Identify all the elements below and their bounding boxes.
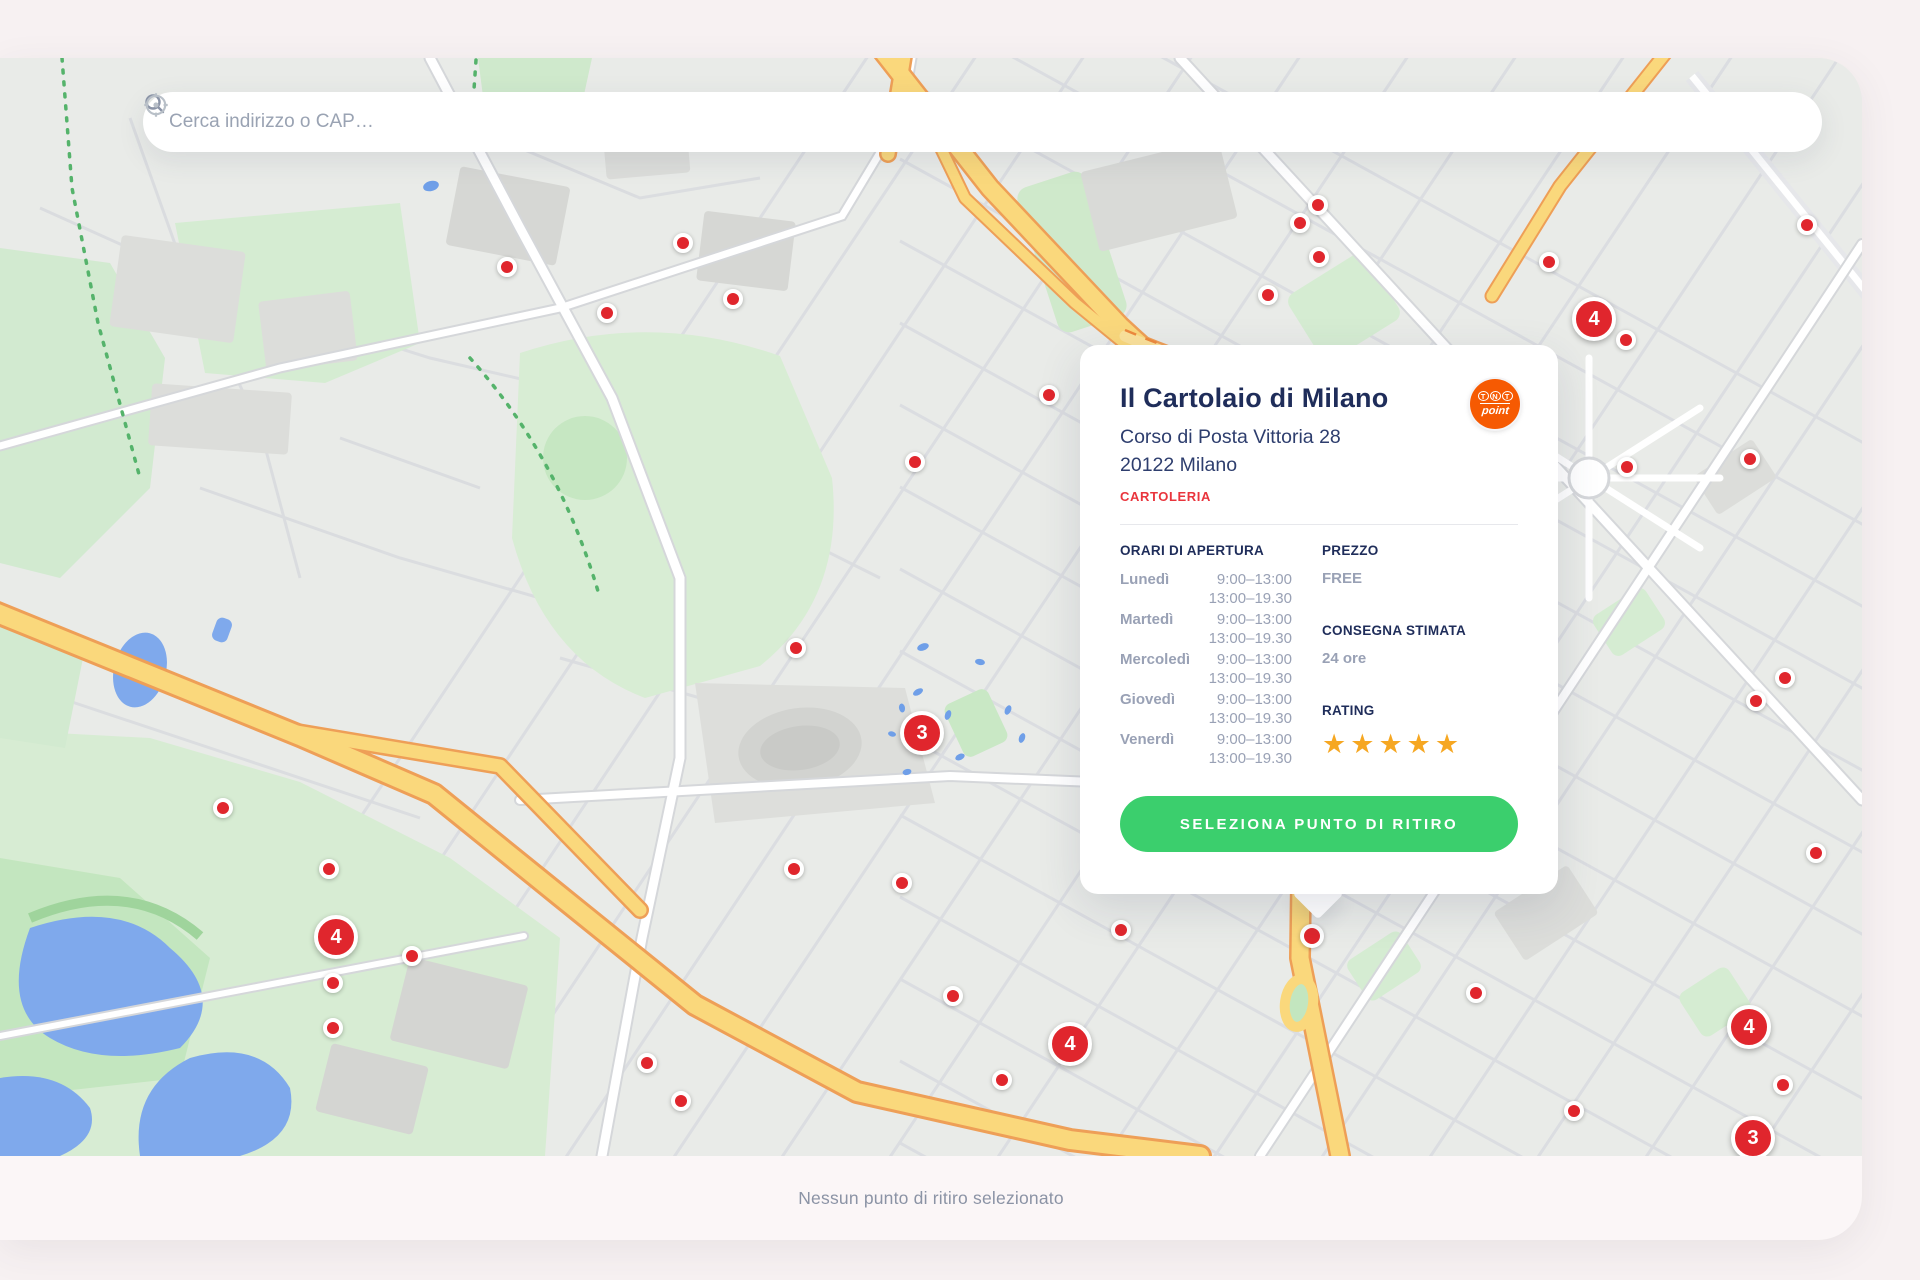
card-divider xyxy=(1120,524,1518,525)
map-marker-dot[interactable] xyxy=(1539,252,1559,272)
map-marker-dot[interactable] xyxy=(213,798,233,818)
hours-day: Martedì xyxy=(1120,610,1173,648)
footer-bar: Nessun punto di ritiro selezionato xyxy=(0,1156,1862,1240)
hours-day: Mercoledì xyxy=(1120,650,1190,688)
hours-times: 9:00–13:0013:00–19.30 xyxy=(1209,690,1292,728)
star-icon: ★ xyxy=(1407,729,1435,759)
hours-times: 9:00–13:0013:00–19.30 xyxy=(1209,610,1292,648)
map-marker-cluster[interactable]: 4 xyxy=(314,915,358,959)
rating-heading: RATING xyxy=(1322,703,1518,718)
map-app-container: 3 4 4 4 4 3 TNT point Il Cartolaio di Milano … xyxy=(0,58,1862,1240)
opening-hours-heading: ORARI DI APERTURA xyxy=(1120,543,1292,558)
map-marker-dot[interactable] xyxy=(1773,1075,1793,1095)
hours-row: Venerdì 9:00–13:0013:00–19.30 xyxy=(1120,730,1292,768)
map-marker-dot[interactable] xyxy=(723,289,743,309)
delivery-section: CONSEGNA STIMATA 24 ore xyxy=(1322,623,1518,667)
map-marker-dot[interactable] xyxy=(1797,215,1817,235)
hours-row: Giovedì 9:00–13:0013:00–19.30 xyxy=(1120,690,1292,728)
map-marker-dot[interactable] xyxy=(671,1091,691,1111)
star-icon: ★ xyxy=(1378,729,1406,759)
map-marker-dot[interactable] xyxy=(786,638,806,658)
delivery-value: 24 ore xyxy=(1322,650,1518,667)
tnt-point-logo-icon: TNT point xyxy=(1470,379,1520,429)
map-marker-dot[interactable] xyxy=(323,1018,343,1038)
hours-times: 9:00–13:0013:00–19.30 xyxy=(1209,650,1292,688)
search-bar xyxy=(143,92,1822,152)
map-marker-dot[interactable] xyxy=(637,1053,657,1073)
map-marker-dot[interactable] xyxy=(1111,920,1131,940)
rating-section: RATING ★★★★★ xyxy=(1322,703,1518,758)
hours-rows: Lunedì 9:00–13:0013:00–19.30 Martedì 9:00–1… xyxy=(1120,570,1292,768)
map-marker-dot[interactable] xyxy=(319,859,339,879)
map-marker-dot[interactable] xyxy=(992,1070,1012,1090)
map-marker-dot[interactable] xyxy=(892,873,912,893)
map-marker-cluster[interactable]: 4 xyxy=(1727,1005,1771,1049)
star-icon: ★ xyxy=(1350,729,1378,759)
hours-day: Lunedì xyxy=(1120,570,1169,608)
opening-hours-section: ORARI DI APERTURA Lunedì 9:00–13:0013:00–… xyxy=(1120,543,1292,770)
hours-times: 9:00–13:0013:00–19.30 xyxy=(1209,730,1292,768)
pickup-point-card: TNT point Il Cartolaio di Milano Corso d… xyxy=(1080,345,1558,894)
map-marker-cluster[interactable]: 4 xyxy=(1572,297,1616,341)
pickup-point-name: Il Cartolaio di Milano xyxy=(1120,381,1518,415)
map-marker-dot[interactable] xyxy=(1564,1101,1584,1121)
map-marker-dot[interactable] xyxy=(1616,330,1636,350)
map-marker-dot[interactable] xyxy=(1258,285,1278,305)
map-marker-dot[interactable] xyxy=(1806,843,1826,863)
map-marker-dot[interactable] xyxy=(323,973,343,993)
map-marker-dot[interactable] xyxy=(673,233,693,253)
map-marker-dot[interactable] xyxy=(1290,213,1310,233)
delivery-heading: CONSEGNA STIMATA xyxy=(1322,623,1518,638)
rating-stars: ★★★★★ xyxy=(1322,730,1518,758)
hours-day: Giovedì xyxy=(1120,690,1175,728)
locate-icon[interactable] xyxy=(143,92,169,118)
hours-day: Venerdì xyxy=(1120,730,1174,768)
map-marker-dot[interactable] xyxy=(1308,195,1328,215)
map-marker-cluster[interactable]: 3 xyxy=(900,711,944,755)
map-marker-dot[interactable] xyxy=(1466,983,1486,1003)
selection-status: Nessun punto di ritiro selezionato xyxy=(798,1188,1064,1209)
map-marker-dot[interactable] xyxy=(943,986,963,1006)
map-marker-dot[interactable] xyxy=(597,303,617,323)
star-icon: ★ xyxy=(1322,729,1350,759)
select-pickup-point-button[interactable]: SELEZIONA PUNTO DI RITIRO xyxy=(1120,796,1518,852)
map-marker-dot[interactable] xyxy=(1039,385,1059,405)
map-marker-dot[interactable] xyxy=(1775,668,1795,688)
hours-times: 9:00–13:0013:00–19.30 xyxy=(1209,570,1292,608)
map-marker-dot[interactable] xyxy=(1740,449,1760,469)
hours-row: Lunedì 9:00–13:0013:00–19.30 xyxy=(1120,570,1292,608)
tnt-logo-letter: T xyxy=(1478,391,1489,401)
map-marker-cluster[interactable]: 4 xyxy=(1048,1022,1092,1066)
map-marker-layer: 344443 xyxy=(0,58,1862,1156)
price-value: FREE xyxy=(1322,570,1518,587)
map-marker-cluster[interactable]: 3 xyxy=(1731,1116,1775,1160)
map-marker-dot[interactable] xyxy=(497,257,517,277)
price-heading: PREZZO xyxy=(1322,543,1518,558)
price-section: PREZZO FREE xyxy=(1322,543,1518,587)
map-viewport[interactable]: 344443 TNT point Il Cartolaio di Milano … xyxy=(0,58,1862,1156)
hours-row: Mercoledì 9:00–13:0013:00–19.30 xyxy=(1120,650,1292,688)
tnt-logo-letter: T xyxy=(1502,391,1513,401)
tnt-point-logo-sub: point xyxy=(1481,405,1509,417)
map-marker-dot[interactable] xyxy=(1309,247,1329,267)
map-marker-dot[interactable] xyxy=(402,946,422,966)
pickup-point-category: CARTOLERIA xyxy=(1120,489,1518,504)
pickup-point-address: Corso di Posta Vittoria 28 20122 Milano xyxy=(1120,423,1518,479)
map-marker-dot[interactable] xyxy=(1746,691,1766,711)
map-marker-dot[interactable] xyxy=(1617,457,1637,477)
map-marker-dot[interactable] xyxy=(784,859,804,879)
search-input[interactable] xyxy=(169,111,1798,133)
hours-row: Martedì 9:00–13:0013:00–19.30 xyxy=(1120,610,1292,648)
star-icon: ★ xyxy=(1435,729,1463,759)
tnt-logo-letter: N xyxy=(1490,391,1501,401)
map-marker-selected[interactable] xyxy=(1300,924,1324,948)
map-marker-dot[interactable] xyxy=(905,452,925,472)
